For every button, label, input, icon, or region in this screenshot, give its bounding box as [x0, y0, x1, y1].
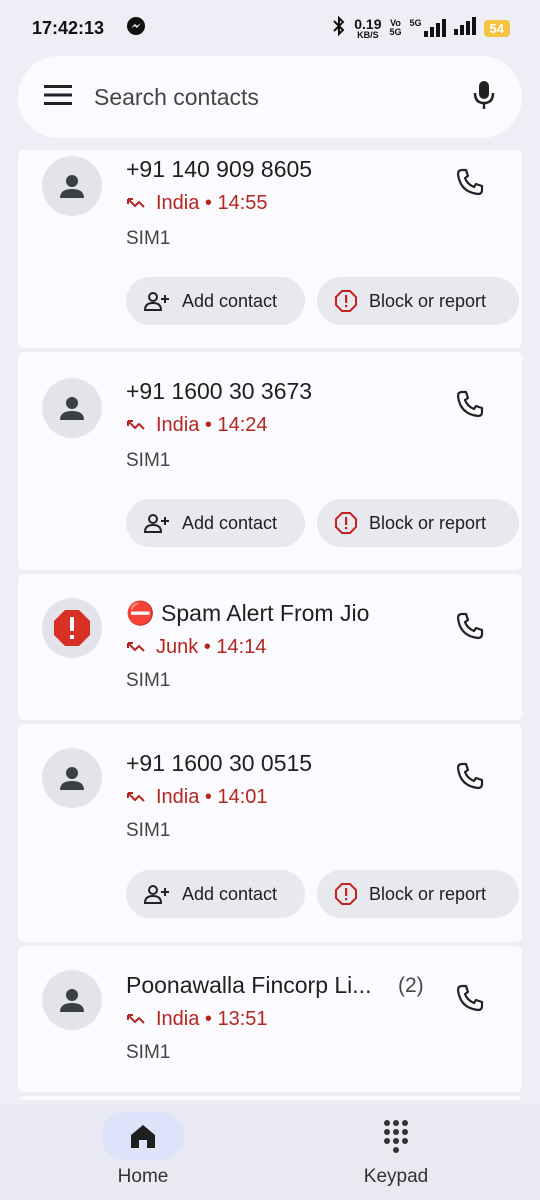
- status-time: 17:42:13: [32, 17, 105, 38]
- phone-icon: [456, 984, 484, 1012]
- phone-icon: [456, 168, 484, 196]
- caller-name: ⛔ Spam Alert From Jio: [126, 600, 370, 626]
- caller-number: +91 1600 30 0515: [126, 750, 313, 776]
- signal-icon-2: [453, 16, 476, 40]
- add-contact-button[interactable]: Add contact: [126, 499, 305, 547]
- call-entry[interactable]: Poonawalla Fincorp Li... (2) India • 13:…: [18, 946, 522, 1092]
- search-bar[interactable]: Search contacts: [18, 56, 522, 138]
- nav-keypad-label: Keypad: [363, 1166, 429, 1187]
- missed-call-icon: [127, 419, 145, 430]
- caller-number: +91 1600 30 3673: [126, 378, 313, 404]
- call-entry[interactable]: +91 1600 30 3673 India • 14:24 SIM1 Add …: [18, 352, 522, 570]
- sim-label: SIM1: [126, 228, 171, 249]
- avatar: [42, 970, 102, 1030]
- call-entry-spam[interactable]: ⛔ Spam Alert From Jio Junk • 14:14 SIM1: [18, 574, 522, 720]
- call-detail: India • 14:24: [126, 414, 268, 437]
- battery-indicator: 54: [483, 19, 510, 37]
- call-entry[interactable]: +91 140 909 8605 India • 14:55 SIM1 Add …: [18, 150, 522, 348]
- person-icon: [60, 175, 84, 198]
- block-report-button[interactable]: Block or report: [317, 499, 519, 547]
- bottom-navigation: Home Keypad: [0, 1104, 540, 1200]
- call-button[interactable]: [454, 388, 490, 424]
- call-detail: Junk • 14:14: [126, 636, 266, 659]
- call-count: (2): [398, 974, 424, 997]
- call-button[interactable]: [454, 166, 490, 202]
- person-icon: [60, 767, 84, 790]
- add-person-icon: [144, 292, 169, 311]
- messenger-icon: [126, 16, 146, 41]
- call-detail: India • 14:55: [126, 192, 268, 215]
- call-entry[interactable]: [18, 1096, 522, 1100]
- menu-icon[interactable]: [44, 84, 72, 111]
- nav-home-pill[interactable]: [101, 1112, 185, 1160]
- alert-octagon-icon: [335, 290, 357, 312]
- volte-indicator: Vo 5G: [389, 18, 402, 37]
- bluetooth-icon: [332, 15, 346, 42]
- microphone-icon[interactable]: [472, 79, 496, 116]
- home-icon: [131, 1125, 155, 1148]
- spam-avatar: [42, 598, 102, 658]
- person-icon: [60, 397, 84, 420]
- alert-octagon-icon: [335, 883, 357, 905]
- block-report-button[interactable]: Block or report: [317, 277, 519, 325]
- alert-octagon-icon: [335, 512, 357, 534]
- phone-icon: [456, 612, 484, 640]
- caller-number: +91 140 909 8605: [126, 156, 313, 182]
- network-speed: 0.19 KB/S: [354, 15, 382, 40]
- sim-label: SIM1: [126, 450, 171, 471]
- avatar: [42, 156, 102, 216]
- add-person-icon: [144, 514, 169, 533]
- spam-warning-icon: [54, 610, 90, 646]
- sim-label: SIM1: [126, 820, 171, 841]
- call-detail: India • 14:01: [126, 786, 268, 809]
- caller-name: Poonawalla Fincorp Li...: [126, 972, 372, 998]
- call-button[interactable]: [454, 760, 490, 796]
- phone-icon: [456, 762, 484, 790]
- call-button[interactable]: [454, 982, 490, 1018]
- call-entry[interactable]: +91 1600 30 0515 India • 14:01 SIM1 Add …: [18, 724, 522, 942]
- missed-call-icon: [127, 197, 145, 208]
- sim-label: SIM1: [126, 670, 171, 691]
- avatar: [42, 748, 102, 808]
- nav-keypad[interactable]: Keypad: [316, 1104, 476, 1188]
- nav-home[interactable]: Home: [63, 1104, 223, 1188]
- add-contact-button[interactable]: Add contact: [126, 277, 305, 325]
- call-button[interactable]: [454, 610, 490, 646]
- missed-call-icon: [127, 791, 145, 802]
- nav-keypad-pill[interactable]: [354, 1112, 438, 1160]
- search-input[interactable]: Search contacts: [94, 84, 472, 111]
- status-bar: 17:42:13 0.19 KB/S Vo 5G 5G 54: [0, 0, 540, 56]
- person-icon: [60, 989, 84, 1012]
- keypad-icon: [384, 1120, 408, 1153]
- add-contact-button[interactable]: Add contact: [126, 870, 305, 918]
- missed-call-icon: [127, 1013, 145, 1024]
- missed-call-icon: [127, 641, 145, 652]
- nav-home-label: Home: [117, 1166, 169, 1187]
- block-report-button[interactable]: Block or report: [317, 870, 519, 918]
- call-detail: India • 13:51: [126, 1008, 268, 1031]
- call-history-list[interactable]: +91 140 909 8605 India • 14:55 SIM1 Add …: [18, 150, 522, 1100]
- add-person-icon: [144, 885, 169, 904]
- phone-icon: [456, 390, 484, 418]
- avatar: [42, 378, 102, 438]
- signal-icon: 5G: [410, 19, 446, 37]
- sim-label: SIM1: [126, 1042, 171, 1063]
